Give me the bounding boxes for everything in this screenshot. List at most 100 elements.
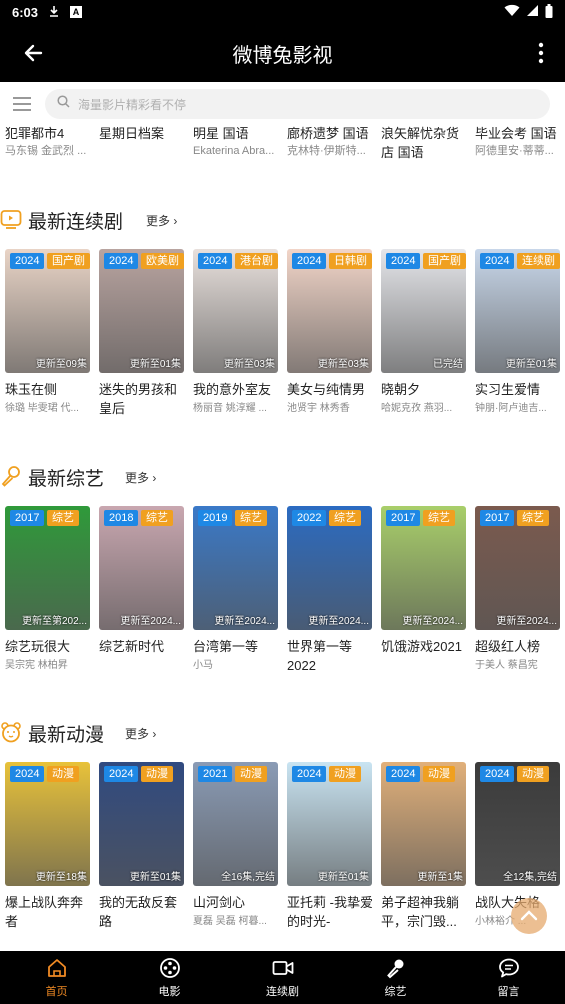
poster-card[interactable]: 2017 综艺 更新至2024... xyxy=(381,506,466,630)
list-item[interactable]: 星期日档案 xyxy=(99,124,184,143)
nav-series[interactable]: 连续剧 xyxy=(226,951,339,1004)
poster-caption[interactable]: 爆上战队奔奔者 xyxy=(5,893,91,931)
poster-card[interactable]: 2024 港台剧 更新至03集 xyxy=(193,249,278,373)
item-cast: 于美人 蔡昌宪 xyxy=(475,660,538,671)
poster-caption[interactable]: 美女与纯情男 池贤宇 林秀香 xyxy=(287,380,373,417)
poster-card[interactable]: 2019 综艺 更新至2024... xyxy=(193,506,278,630)
item-title: 饥饿游戏2021 xyxy=(381,639,462,654)
hamburger-menu-icon[interactable] xyxy=(13,96,31,112)
episode-status: 全12集,完结 xyxy=(503,872,557,883)
list-item[interactable]: 廊桥遗梦 国语 克林特·伊斯特... xyxy=(287,124,377,159)
poster-caption[interactable]: 珠玉在侧 徐璐 毕雯珺 代... xyxy=(5,380,91,417)
more-link[interactable]: 更多 › xyxy=(125,469,156,486)
genre-badge: 综艺 xyxy=(141,510,173,526)
poster-card[interactable]: 2024 动漫 全12集,完结 xyxy=(475,762,560,886)
poster-card[interactable]: 2024 国产剧 已完结 xyxy=(381,249,466,373)
poster-caption[interactable]: 饥饿游戏2021 xyxy=(381,637,467,656)
year-badge: 2024 xyxy=(480,766,515,782)
poster-caption[interactable]: 弟子超神我躺平，宗门毁... xyxy=(381,893,467,931)
microphone-icon xyxy=(0,465,22,487)
poster-caption[interactable]: 我的意外室友 杨丽音 姚淳耀 ... xyxy=(193,380,279,417)
app-title: 微博兔影视 xyxy=(232,45,333,67)
scroll-top-button[interactable] xyxy=(511,898,547,934)
poster-caption[interactable]: 世界第一等2022 xyxy=(287,637,373,675)
poster-card[interactable]: 2024 动漫 更新至1集 xyxy=(381,762,466,886)
home-icon xyxy=(47,959,66,977)
poster-caption[interactable]: 山河剑心 夏磊 吴磊 柯暮... xyxy=(193,893,279,930)
episode-status: 更新至2024... xyxy=(402,616,463,627)
nav-movies[interactable]: 电影 xyxy=(113,951,226,1004)
list-item[interactable]: 浪矢解忧杂货 店 国语 xyxy=(381,124,471,162)
nav-messages[interactable]: 留言 xyxy=(452,951,565,1004)
poster-caption[interactable]: 我的无敌反套路 xyxy=(99,893,185,931)
episode-status: 已完结 xyxy=(433,359,463,370)
item-title: 浪矢解忧杂货 xyxy=(381,126,460,141)
poster-card[interactable]: 2021 动漫 全16集,完结 xyxy=(193,762,278,886)
genre-badge: 动漫 xyxy=(235,766,267,782)
genre-badge: 动漫 xyxy=(423,766,455,782)
poster-card[interactable]: 2024 动漫 更新至18集 xyxy=(5,762,90,886)
section-header-series: 最新连续剧 更多 › xyxy=(0,205,565,235)
poster-caption[interactable]: 综艺玩很大 吴宗宪 林柏昇 xyxy=(5,637,91,674)
year-badge: 2024 xyxy=(104,253,139,269)
item-cast: 马东锡 金武烈 ... xyxy=(5,145,87,157)
film-reel-icon xyxy=(159,958,180,978)
search-icon xyxy=(57,95,70,113)
poster-card[interactable]: 2018 综艺 更新至2024... xyxy=(99,506,184,630)
item-cast: 阿德里安·蒂蒂... xyxy=(475,145,554,157)
signal-icon xyxy=(526,4,539,20)
nav-home[interactable]: 首页 xyxy=(0,951,113,1004)
poster-card[interactable]: 2017 综艺 更新至2024... xyxy=(475,506,560,630)
item-cast: 徐璐 毕雯珺 代... xyxy=(5,403,79,414)
item-title: 廊桥遗梦 国语 xyxy=(287,126,369,141)
poster-card[interactable]: 2024 国产剧 更新至09集 xyxy=(5,249,90,373)
more-label: 更多 xyxy=(125,727,150,741)
item-title: 美女与纯情男 xyxy=(287,382,366,397)
more-options-icon[interactable] xyxy=(537,39,545,67)
poster-caption[interactable]: 超级红人榜 于美人 蔡昌宪 xyxy=(475,637,561,674)
list-item[interactable]: 明星 国语 Ekaterina Abra... xyxy=(193,124,278,159)
item-title: 山河剑心 xyxy=(193,895,246,910)
list-item[interactable]: 犯罪都市4 马东锡 金武烈 ... xyxy=(5,124,90,159)
item-cast: 吴宗宪 林柏昇 xyxy=(5,660,68,671)
item-title: 明星 国语 xyxy=(193,126,249,141)
poster-caption[interactable]: 实习生爱情 钟朋·阿卢迪吉... xyxy=(475,380,561,417)
poster-card[interactable]: 2024 连续剧 更新至01集 xyxy=(475,249,560,373)
nav-label: 首页 xyxy=(45,986,68,998)
item-title: 我的无敌反套路 xyxy=(99,895,178,929)
genre-badge: 日韩剧 xyxy=(329,253,372,269)
poster-caption[interactable]: 亚托莉 -我挚爱的时光- xyxy=(287,893,373,931)
poster-card[interactable]: 2024 欧美剧 更新至01集 xyxy=(99,249,184,373)
item-title: 台湾第一等 xyxy=(193,639,259,654)
more-link[interactable]: 更多 › xyxy=(125,725,156,742)
year-badge: 2024 xyxy=(104,766,139,782)
poster-caption[interactable]: 台湾第一等 小马 xyxy=(193,637,279,674)
poster-card[interactable]: 2017 综艺 更新至第202... xyxy=(5,506,90,630)
item-title-line2: 店 国语 xyxy=(381,145,424,160)
year-badge: 2017 xyxy=(386,510,421,526)
nav-variety[interactable]: 综艺 xyxy=(339,951,452,1004)
item-cast: 小马 xyxy=(193,660,213,671)
item-title: 星期日档案 xyxy=(99,126,165,141)
list-item[interactable]: 毕业会考 国语 阿德里安·蒂蒂... xyxy=(475,124,563,159)
chat-bubble-icon xyxy=(498,958,519,978)
genre-badge: 欧美剧 xyxy=(141,253,184,269)
poster-card[interactable]: 2024 日韩剧 更新至03集 xyxy=(287,249,372,373)
poster-caption[interactable]: 迷失的男孩和皇后 xyxy=(99,380,185,418)
search-input[interactable]: 海量影片精彩看不停 xyxy=(45,89,550,119)
poster-caption[interactable]: 晓朝夕 哈妮克孜 燕羽... xyxy=(381,380,467,417)
genre-badge: 综艺 xyxy=(517,510,549,526)
poster-card[interactable]: 2022 综艺 更新至2024... xyxy=(287,506,372,630)
genre-badge: 动漫 xyxy=(329,766,361,782)
poster-card[interactable]: 2024 动漫 更新至01集 xyxy=(287,762,372,886)
poster-caption[interactable]: 综艺新时代 xyxy=(99,637,185,656)
bear-face-icon xyxy=(0,721,22,743)
microphone-icon xyxy=(386,959,403,979)
top-partial-row: 犯罪都市4 马东锡 金武烈 ... 星期日档案 明星 国语 Ekaterina … xyxy=(0,124,565,164)
poster-card[interactable]: 2024 动漫 更新至01集 xyxy=(99,762,184,886)
year-badge: 2024 xyxy=(480,253,515,269)
more-link[interactable]: 更多 › xyxy=(146,212,177,229)
genre-badge: 动漫 xyxy=(47,766,79,782)
episode-status: 更新至09集 xyxy=(35,359,87,370)
video-camera-icon xyxy=(272,961,293,975)
